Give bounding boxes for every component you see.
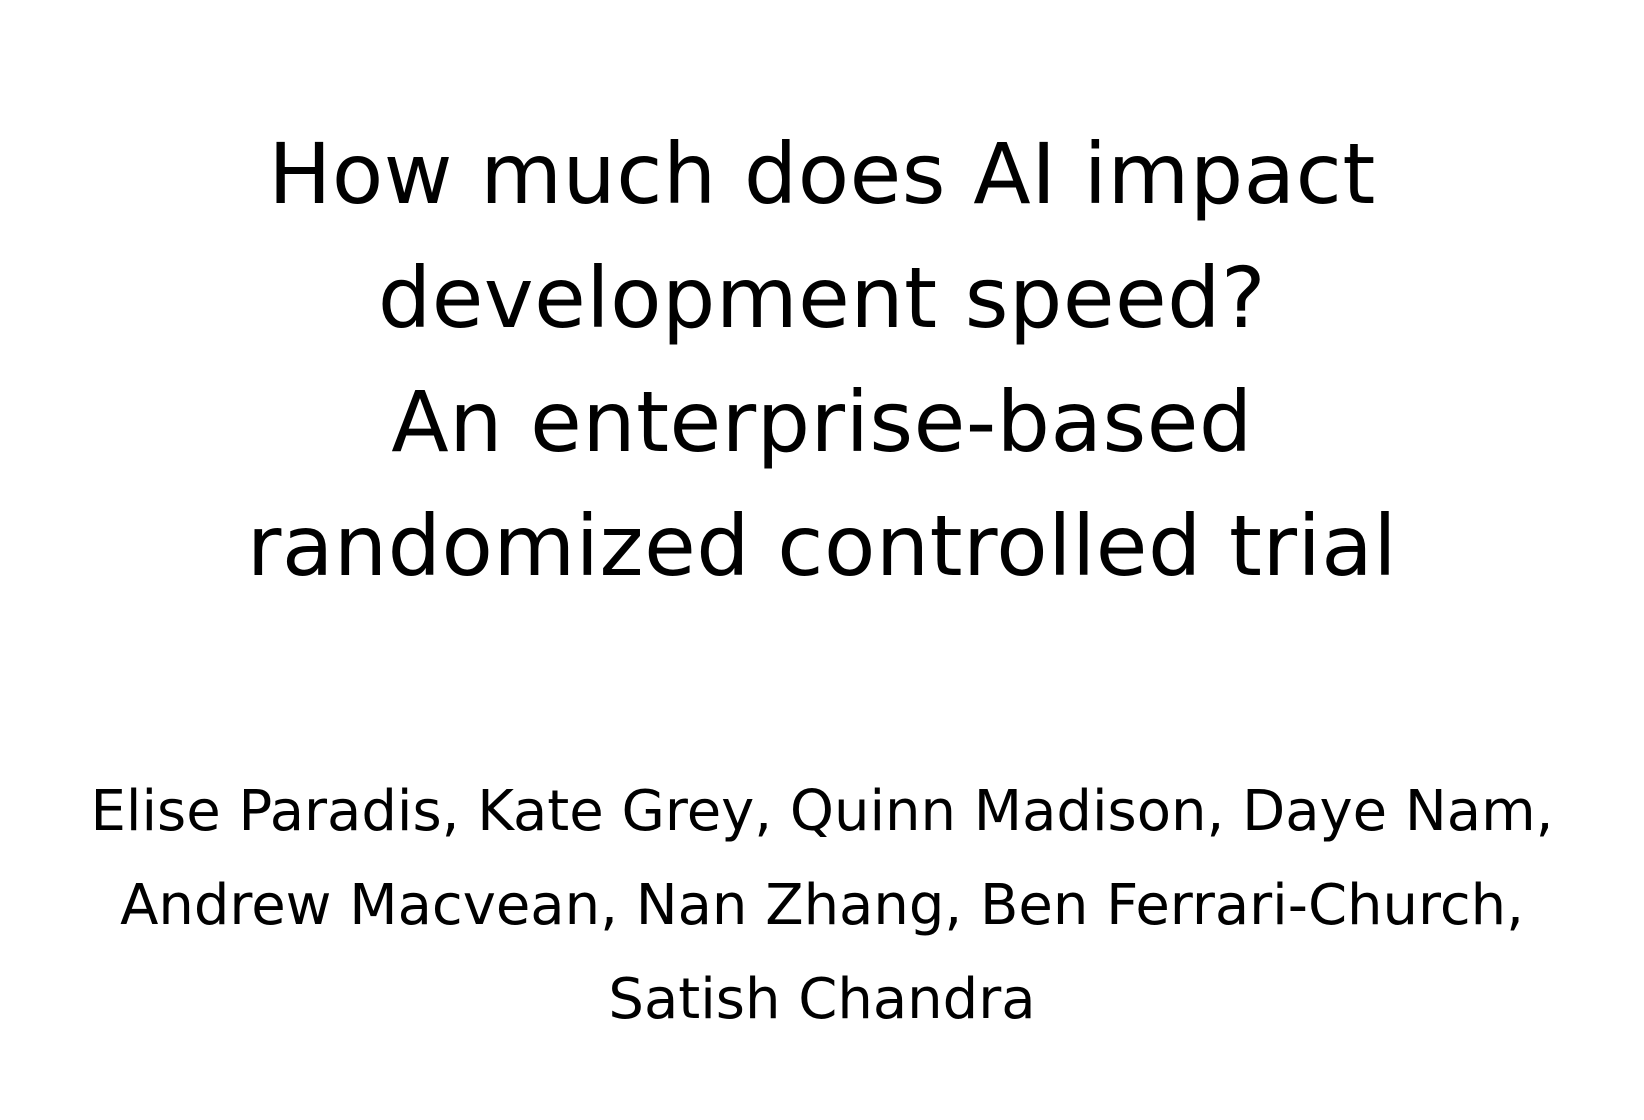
- title-slide: How much does AI impact development spee…: [0, 0, 1644, 1120]
- author-line: Andrew Macvean, Nan Zhang, Ben Ferrari-C…: [120, 873, 1524, 938]
- author-list: Elise Paradis, Kate Grey, Quinn Madison,…: [0, 765, 1644, 1047]
- paper-title: How much does AI impact development spee…: [0, 112, 1644, 608]
- author-line: Satish Chandra: [608, 967, 1036, 1032]
- author-line: Elise Paradis, Kate Grey, Quinn Madison,…: [90, 779, 1554, 844]
- title-line: randomized controlled trial: [246, 497, 1398, 595]
- title-line: How much does AI impact: [268, 125, 1376, 223]
- title-line: An enterprise-based: [391, 373, 1253, 471]
- title-line: development speed?: [377, 249, 1267, 347]
